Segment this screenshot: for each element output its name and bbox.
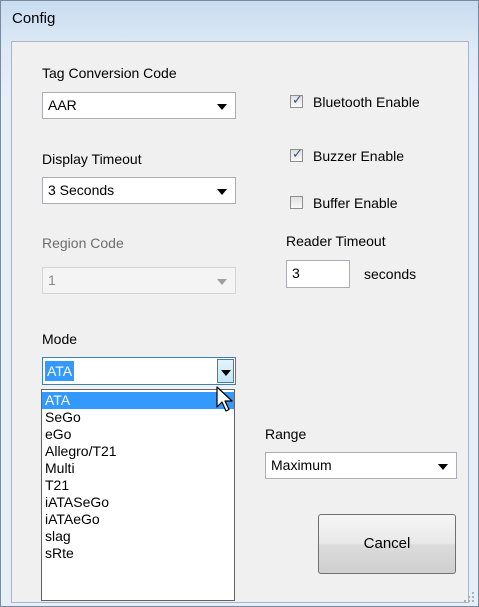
display-timeout-value: 3 Seconds <box>48 182 115 198</box>
resize-grip-icon[interactable] <box>463 591 475 603</box>
check-icon: ✓ <box>292 147 303 162</box>
chevron-down-icon <box>217 279 227 285</box>
display-timeout-select[interactable]: 3 Seconds <box>42 177 236 204</box>
mode-option[interactable]: iATASeGo <box>42 494 234 511</box>
mode-selected-value: ATA <box>45 361 75 381</box>
reader-timeout-label: Reader Timeout <box>286 233 386 249</box>
mode-dropdown-button[interactable] <box>217 359 234 383</box>
mode-option[interactable]: ATA <box>42 392 234 409</box>
bluetooth-enable-label[interactable]: Bluetooth Enable <box>313 94 420 110</box>
mode-option[interactable]: SeGo <box>42 409 234 426</box>
chevron-down-icon <box>438 464 448 470</box>
region-code-label: Region Code <box>42 235 124 251</box>
tag-conversion-value: AAR <box>48 97 77 113</box>
mode-option[interactable]: sRte <box>42 545 234 562</box>
chevron-down-icon <box>221 370 231 376</box>
mouse-pointer-icon <box>216 386 233 412</box>
reader-timeout-input[interactable]: 3 <box>286 260 350 288</box>
buffer-enable-label[interactable]: Buffer Enable <box>313 195 398 211</box>
reader-timeout-unit: seconds <box>364 266 417 282</box>
range-value: Maximum <box>271 457 332 473</box>
chevron-down-icon <box>217 189 227 195</box>
display-timeout-label: Display Timeout <box>42 151 142 167</box>
mode-option[interactable]: T21 <box>42 477 234 494</box>
mode-option[interactable]: slag <box>42 528 234 545</box>
cancel-button[interactable]: Cancel <box>318 514 456 574</box>
reader-timeout-value: 3 <box>292 265 300 281</box>
check-icon: ✓ <box>292 93 303 108</box>
window-title: Config <box>12 10 56 27</box>
region-code-value: 1 <box>48 272 56 288</box>
chevron-down-icon <box>217 104 227 110</box>
mode-option[interactable]: eGo <box>42 426 234 443</box>
range-select[interactable]: Maximum <box>265 452 457 479</box>
buzzer-enable-checkbox[interactable]: ✓ <box>290 147 303 162</box>
range-label: Range <box>265 426 307 442</box>
mode-select[interactable]: ATA <box>42 357 236 385</box>
mode-label: Mode <box>42 331 78 347</box>
tag-conversion-label: Tag Conversion Code <box>42 65 177 81</box>
buzzer-enable-label[interactable]: Buzzer Enable <box>313 148 404 164</box>
mode-dropdown-list: ATA SeGo eGo Allegro/T21 Multi T21 iATAS… <box>41 389 235 601</box>
buffer-enable-checkbox[interactable] <box>290 196 303 209</box>
mode-option[interactable]: iATAeGo <box>42 511 234 528</box>
title-bar[interactable]: Config <box>1 1 478 37</box>
bluetooth-enable-checkbox[interactable]: ✓ <box>290 93 303 108</box>
region-code-select: 1 <box>42 267 236 294</box>
mode-option[interactable]: Allegro/T21 <box>42 443 234 460</box>
mode-option[interactable]: Multi <box>42 460 234 477</box>
tag-conversion-select[interactable]: AAR <box>42 92 236 119</box>
